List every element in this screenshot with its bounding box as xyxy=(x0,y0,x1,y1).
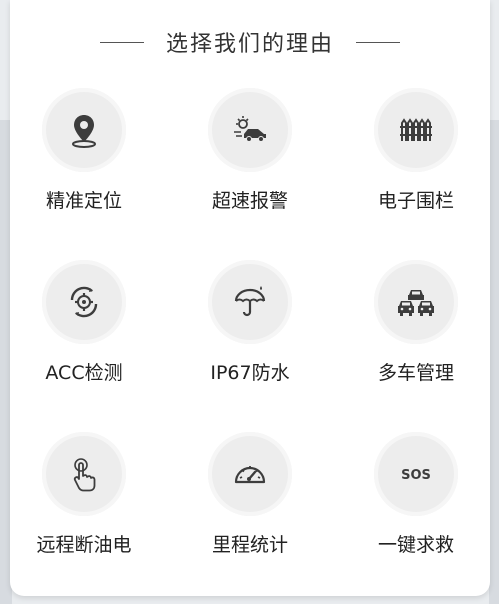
feature-label: IP67防水 xyxy=(210,362,290,384)
location-pin-icon xyxy=(42,88,126,172)
feature-geofence[interactable]: 电子围栏 xyxy=(333,88,499,260)
feature-label: 超速报警 xyxy=(211,190,288,212)
finger-touch-icon xyxy=(42,432,126,516)
feature-remote-fuel-cutoff[interactable]: 远程断油电 xyxy=(1,432,167,604)
feature-label: 里程统计 xyxy=(211,534,288,556)
title-divider-left xyxy=(99,41,144,43)
speedometer-icon xyxy=(208,432,292,516)
sos-icon: SOS xyxy=(374,432,458,516)
feature-label: 远程断油电 xyxy=(36,534,132,556)
feature-acc-detection[interactable]: ACC检测 xyxy=(1,260,167,432)
feature-label: 精准定位 xyxy=(45,190,122,212)
feature-precise-location[interactable]: 精准定位 xyxy=(1,88,167,260)
feature-overspeed-alarm[interactable]: 超速报警 xyxy=(167,88,333,260)
feature-label: 电子围栏 xyxy=(377,190,454,212)
reasons-card: 选择我们的理由 精准定位 超速报警 电子围栏 ACC检测 IP67防水 多车管理… xyxy=(10,0,490,596)
feature-label: ACC检测 xyxy=(45,362,123,384)
speeding-car-icon xyxy=(208,88,292,172)
umbrella-icon xyxy=(208,260,292,344)
feature-ip67-waterproof[interactable]: IP67防水 xyxy=(167,260,333,432)
feature-one-key-sos[interactable]: SOS 一键求救 xyxy=(333,432,499,604)
feature-multi-vehicle-management[interactable]: 多车管理 xyxy=(333,260,499,432)
title-divider-right xyxy=(356,41,400,43)
feature-label: 一键求救 xyxy=(377,534,454,556)
feature-mileage-statistics[interactable]: 里程统计 xyxy=(167,432,333,604)
section-header: 选择我们的理由 xyxy=(10,22,490,62)
sos-icon-text: SOS xyxy=(401,468,431,483)
multi-car-icon xyxy=(374,260,458,344)
feature-label: 多车管理 xyxy=(377,362,454,384)
feature-grid: 精准定位 超速报警 电子围栏 ACC检测 IP67防水 多车管理 远程断油电 里… xyxy=(1,88,481,604)
section-title: 选择我们的理由 xyxy=(165,32,334,57)
fence-icon xyxy=(374,88,458,172)
gear-cycle-icon xyxy=(42,260,126,344)
